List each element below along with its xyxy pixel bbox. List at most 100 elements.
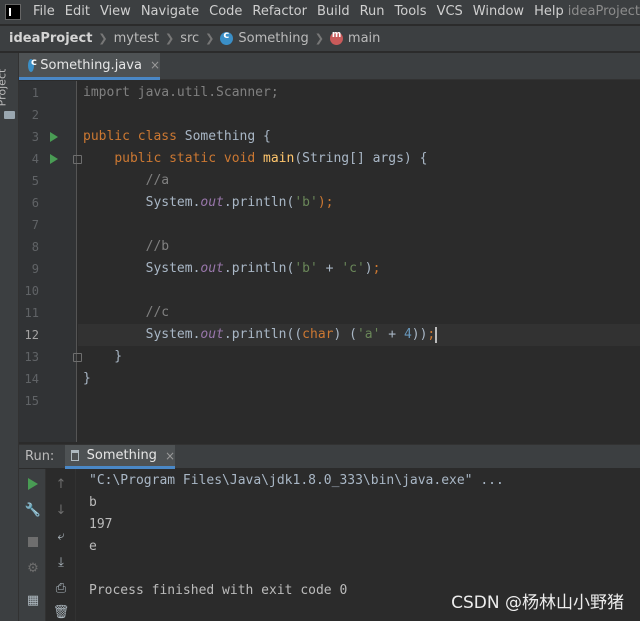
menu-file[interactable]: File	[28, 0, 60, 24]
code-line-6: System.out.println('b');	[83, 195, 334, 210]
scroll-up-button[interactable]: ↑	[52, 475, 70, 493]
tab-something-java[interactable]: Something.java ×	[19, 53, 160, 80]
console-output-line: b	[89, 495, 97, 510]
code-line-12: System.out.println((char) ('a' + 4));	[83, 326, 438, 343]
code-line-14: }	[83, 371, 91, 386]
code-editor[interactable]: 1 2 3 4 5 6 7 8 9 10 11 12 13 14 15 impo…	[19, 81, 640, 442]
class-icon	[220, 30, 234, 45]
code-line-4: public static void main(String[] args) {	[114, 151, 428, 166]
play-icon	[28, 478, 38, 490]
layout-icon: ▦	[26, 592, 40, 608]
settings-button[interactable]: ⚙	[24, 559, 42, 577]
run-tab-label: Something	[86, 448, 157, 463]
stop-icon	[28, 537, 38, 547]
stop-button[interactable]	[24, 533, 42, 551]
code-line-13: }	[83, 349, 123, 364]
run-panel-header: Run: Something ×	[19, 444, 640, 469]
wrench-icon: 🔧	[24, 502, 42, 518]
menu-vcs[interactable]: VCS	[432, 0, 468, 24]
window-title: ideaProject	[567, 4, 640, 19]
method-icon	[329, 30, 343, 45]
chevron-right-icon: ❯	[314, 32, 324, 45]
project-tool-tab[interactable]: Project	[0, 61, 17, 117]
code-line-11: //c	[145, 305, 170, 320]
console-output-line: e	[89, 539, 97, 554]
project-tool-tab-label: Project	[0, 68, 9, 107]
code-line-1: import java.util.Scanner;	[83, 85, 279, 100]
scroll-to-end-button[interactable]: ⤓	[52, 553, 70, 571]
code-line-3: public class Something {	[83, 129, 271, 144]
code-line-9: System.out.println('b' + 'c');	[83, 261, 381, 276]
menu-view[interactable]: View	[95, 0, 136, 24]
modify-run-config-button[interactable]: 🔧	[24, 501, 42, 519]
chevron-right-icon: ❯	[205, 32, 215, 45]
line-number: 6	[31, 196, 39, 210]
scroll-down-button[interactable]: ↓	[52, 501, 70, 519]
line-number: 10	[24, 284, 39, 298]
breadcrumb-project[interactable]: ideaProject	[9, 31, 92, 46]
close-icon[interactable]: ×	[150, 58, 160, 72]
line-number: 9	[31, 262, 39, 276]
layout-button[interactable]: ▦	[24, 591, 42, 609]
breadcrumb-method[interactable]: main	[329, 30, 381, 46]
menu-window[interactable]: Window	[468, 0, 529, 24]
chevron-right-icon: ❯	[164, 32, 175, 45]
code-line-5: //a	[145, 173, 170, 188]
run-class-icon[interactable]	[50, 132, 58, 142]
menu-tools[interactable]: Tools	[390, 0, 432, 24]
csdn-watermark: CSDN @杨林山小野猪	[451, 593, 624, 613]
line-number: 13	[24, 350, 39, 364]
menu-refactor[interactable]: Refactor	[247, 0, 312, 24]
line-number: 5	[31, 174, 39, 188]
run-main-icon[interactable]	[50, 154, 58, 164]
line-number: 8	[31, 240, 39, 254]
console-icon	[71, 450, 79, 461]
editor-gutter: 1 2 3 4 5 6 7 8 9 10 11 12 13 14 15	[19, 81, 82, 442]
tab-label: Something.java	[40, 57, 142, 73]
print-button[interactable]: ⎙	[52, 579, 70, 597]
line-number: 15	[24, 394, 39, 408]
menu-help[interactable]: Help	[529, 0, 569, 24]
soft-wrap-button[interactable]: ⤶	[52, 527, 70, 545]
console-output[interactable]: "C:\Program Files\Java\jdk1.8.0_333\bin\…	[77, 469, 640, 621]
print-icon: ⎙	[55, 580, 67, 596]
line-number: 4	[31, 152, 39, 166]
console-output-line: 197	[89, 517, 113, 532]
menu-edit[interactable]: Edit	[60, 0, 95, 24]
close-icon[interactable]: ×	[165, 449, 175, 463]
intellij-logo-icon	[5, 4, 21, 20]
menu-code[interactable]: Code	[204, 0, 247, 24]
editor-tab-bar: Something.java ×	[19, 53, 640, 80]
breadcrumb-module[interactable]: mytest	[114, 31, 159, 46]
code-area[interactable]: import java.util.Scanner; public class S…	[78, 81, 640, 442]
soft-wrap-icon: ⤶	[57, 528, 65, 544]
breadcrumb-method-label: main	[347, 31, 381, 46]
scroll-to-end-icon: ⤓	[58, 554, 64, 570]
run-toolbar-primary: 🔧 ⚙ ▦	[19, 469, 46, 621]
line-number: 14	[24, 372, 39, 386]
console-command-line: "C:\Program Files\Java\jdk1.8.0_333\bin\…	[89, 473, 504, 488]
clear-button[interactable]: 🗑	[52, 603, 70, 621]
menu-bar: File Edit View Navigate Code Refactor Bu…	[0, 0, 640, 24]
breadcrumb-class[interactable]: Something	[220, 30, 309, 46]
chevron-right-icon: ❯	[98, 32, 108, 45]
menu-run[interactable]: Run	[355, 0, 390, 24]
breadcrumb: ideaProject ❯ mytest ❯ src ❯ Something ❯…	[0, 26, 640, 52]
console-exit-line: Process finished with exit code 0	[89, 583, 348, 598]
line-number-current: 12	[24, 328, 39, 342]
run-label: Run:	[25, 449, 55, 464]
menu-build[interactable]: Build	[312, 0, 355, 24]
class-icon	[28, 57, 37, 72]
rerun-button[interactable]	[24, 475, 42, 493]
menu-navigate[interactable]: Navigate	[136, 0, 204, 24]
breadcrumb-src[interactable]: src	[180, 31, 199, 46]
left-tool-strip: Project	[0, 53, 19, 621]
line-number: 3	[31, 130, 39, 144]
line-number: 11	[24, 306, 39, 320]
arrow-down-icon: ↓	[55, 502, 67, 518]
folder-icon	[4, 111, 15, 119]
run-tab-something[interactable]: Something ×	[65, 445, 175, 469]
line-number: 7	[31, 218, 39, 232]
line-number: 1	[31, 86, 39, 100]
text-caret	[435, 326, 438, 343]
